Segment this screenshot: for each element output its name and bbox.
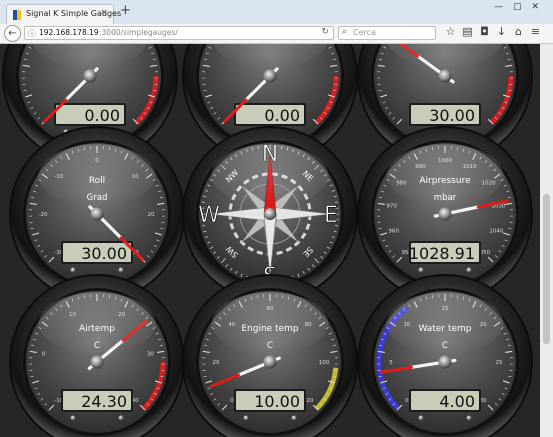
navigation-toolbar: ← ⓘ 192.168.178.19 :3000/simplegauges/ ↻… [0,24,553,44]
gauge-tick-label: 20 [148,212,155,218]
new-tab-button[interactable]: + [120,4,131,17]
gauge-tick-label: 100 [319,360,330,366]
gauge-tick-label: 960 [388,229,399,235]
gauge-value: 30.00 [81,244,127,263]
gauge-tick-label: 0 [230,398,234,404]
gauge-screw [70,415,76,421]
gauge-value: 4.00 [439,392,475,411]
gauge-tick-label: 1040 [489,229,503,235]
gauge-tick-label: 970 [386,204,397,210]
search-field[interactable]: ⌕ Cerca [338,26,436,40]
compass-knob [264,208,276,220]
reading-list-icon[interactable]: ▤ [459,25,476,38]
download-icon[interactable]: ↓ [493,25,510,38]
gauge-grid: 0.000.0030.00-30-20-100102030RollGrad30.… [2,44,533,437]
gauge-screw [291,415,297,421]
gauge-knob [438,355,452,369]
gauge-glass [38,292,156,355]
gauge-value: 1028.91 [409,244,475,263]
gauge-water: 051015202530Water tempC4.00 [357,274,533,437]
home-icon[interactable]: ⌂ [510,25,527,38]
star-icon[interactable]: ☆ [442,25,459,38]
menu-icon[interactable]: ≡ [527,25,544,38]
gauge-value: 0.00 [84,106,120,125]
close-tab-icon[interactable]: × [100,8,108,18]
gauge-screw [418,267,424,273]
favicon-icon [13,10,21,20]
gauge-knob [83,69,97,83]
gauge-screw [118,267,124,273]
reload-icon[interactable]: ↻ [321,27,329,37]
window-controls[interactable]: —▢✕ [494,2,549,12]
toolbar-icons: ☆ ▤ ◘ ↓ ⌂ ≡ [442,25,544,38]
gauge-tick-label: 20 [213,360,220,366]
gauge-tick-label: 30 [147,352,154,358]
gauge-knob [263,69,277,83]
compass-cardinal-e: E [324,203,338,228]
gauge-screw [466,267,472,273]
gauge-tick-label: 5 [389,360,393,366]
search-placeholder: Cerca [353,28,376,37]
browser-tab[interactable]: Signal K Simple Gauges × [6,4,121,24]
gauge-knob [263,355,277,369]
gauge-engine: 020406080100120Engine tempC10.00 [182,274,358,437]
compass-cardinal-w: W [198,203,220,228]
gauge-knob [438,207,452,221]
gauge-tick-label: -20 [39,212,48,218]
gauge-tick-label: 25 [496,360,503,366]
gauge-value: 0.00 [264,106,300,125]
gauge-value: 24.30 [81,392,127,411]
gauge-glass [211,292,329,355]
gauge-glass [38,144,156,207]
url-host: 192.168.178.19 [39,28,99,37]
gauge-tick-label: 0 [42,352,46,358]
scrollbar-thumb[interactable] [543,194,550,344]
gauge-screw [466,415,472,421]
vertical-scrollbar[interactable] [540,44,553,437]
gauge-screw [118,415,124,421]
tab-strip: Signal K Simple Gauges × + —▢✕ [0,0,553,25]
url-bar[interactable]: ⓘ 192.168.178.19 :3000/simplegauges/ ↻ [24,26,334,40]
gauge-screw [70,267,76,273]
gauge-screw [243,415,249,421]
gauge-tick-label: 0 [405,398,409,404]
search-icon: ⌕ [342,27,348,37]
gauge-glass [386,292,504,355]
gauge-screw [418,415,424,421]
gauge-knob [438,69,452,83]
page-viewport: 0.000.0030.00-30-20-100102030RollGrad30.… [0,44,540,437]
url-path: :3000/simplegauges/ [99,28,178,37]
gauge-value: 30.00 [429,106,475,125]
gauge-knob [90,355,104,369]
compass-glass [211,144,329,207]
info-icon[interactable]: ⓘ [28,28,36,39]
gauge-knob [90,207,104,221]
pocket-icon[interactable]: ◘ [476,25,493,38]
gauge-airtemp: -10010203040AirtempC24.30 [9,274,185,437]
gauge-value: 10.00 [254,392,300,411]
back-button[interactable]: ← [4,25,21,42]
gauge-glass [386,144,504,207]
